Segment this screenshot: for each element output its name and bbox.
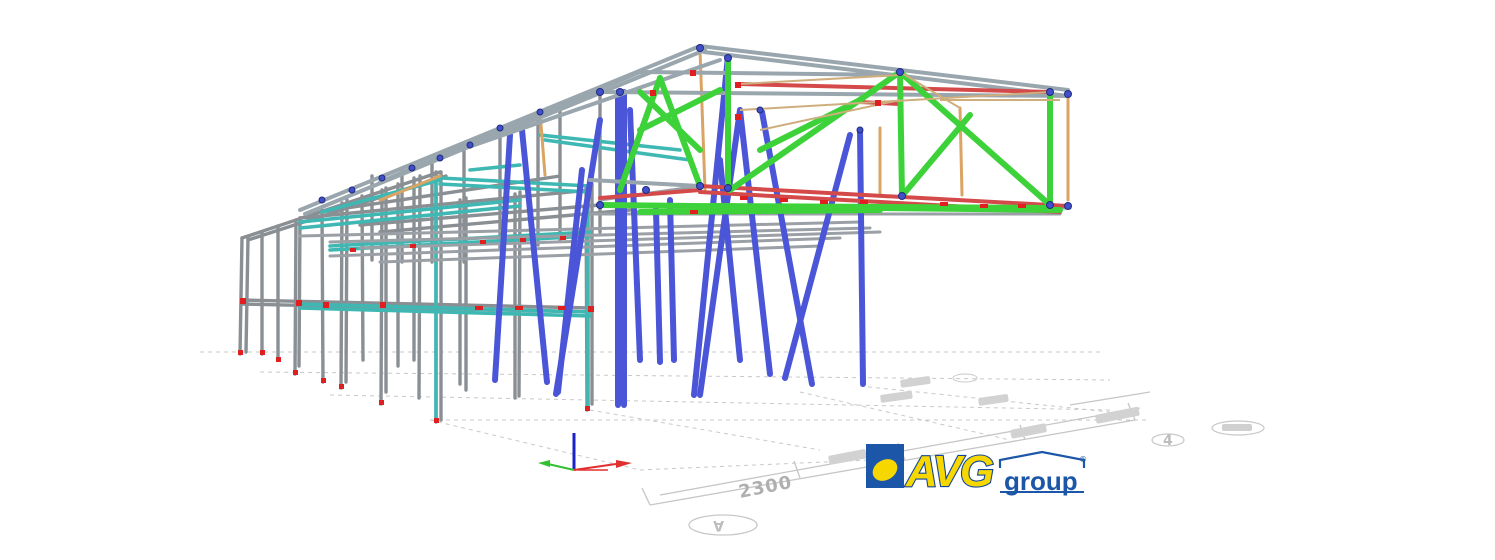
logo-registered: ® [1079, 455, 1087, 464]
avg-logo-icon: AVG group ® [866, 444, 1087, 497]
svg-text:4: 4 [1163, 433, 1173, 449]
axis-triad-icon [538, 433, 632, 471]
model-viewport[interactable]: 2300 A 4 AVG group ® [0, 0, 1495, 555]
svg-text:A: A [713, 517, 724, 533]
dimension-label: 2300 [737, 472, 794, 503]
grid-bubble-a: A [688, 514, 758, 536]
logo-brand: AVG [905, 447, 993, 496]
